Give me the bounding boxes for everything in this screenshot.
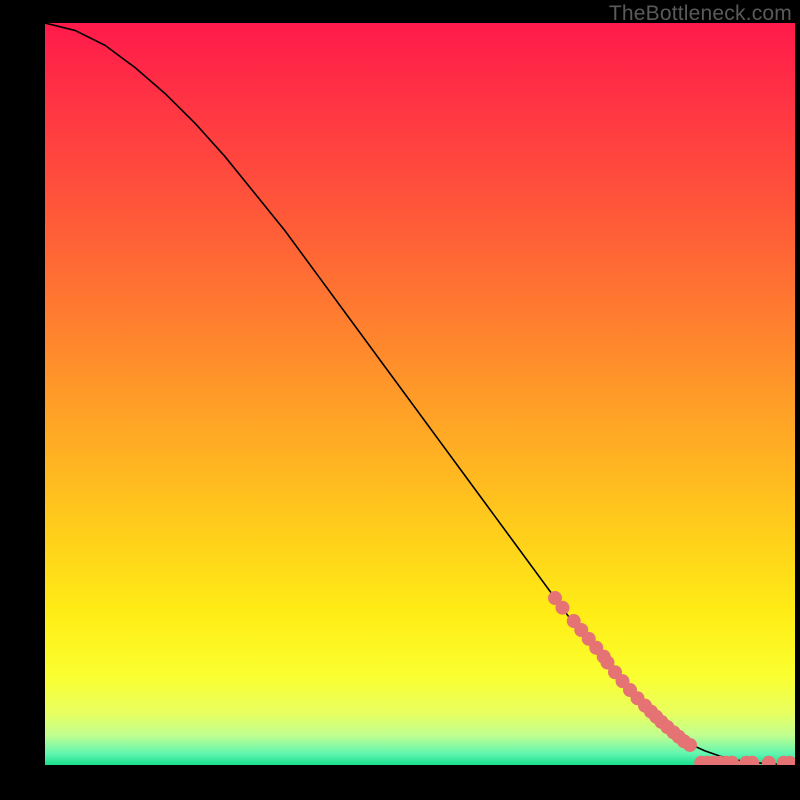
chart-frame: TheBottleneck.com [0, 0, 800, 800]
chart-svg [45, 23, 795, 765]
data-marker [556, 601, 570, 615]
data-marker [683, 738, 697, 752]
plot-area [45, 23, 795, 765]
gradient-background [45, 23, 795, 765]
watermark-text: TheBottleneck.com [609, 2, 792, 26]
